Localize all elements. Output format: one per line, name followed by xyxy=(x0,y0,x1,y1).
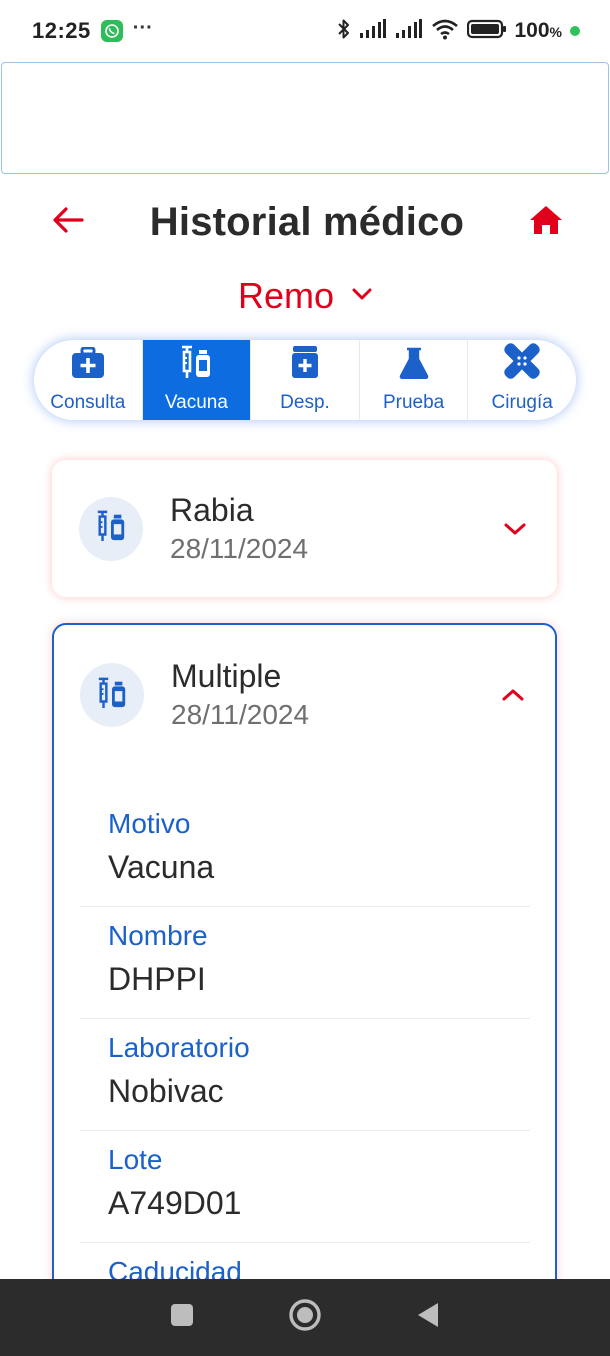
bluetooth-icon xyxy=(337,17,351,46)
system-nav-bar xyxy=(0,1279,610,1356)
arrow-left-icon xyxy=(52,206,84,239)
triangle-back-icon xyxy=(416,1301,440,1334)
back-button[interactable] xyxy=(48,202,88,242)
home-button[interactable] xyxy=(526,202,566,242)
tab-consulta[interactable]: Consulta xyxy=(34,340,143,420)
record-type-tabs: Consulta Vacuna Desp. Prueba Cirugía xyxy=(34,340,576,420)
record-details: Motivo Vacuna Nombre DHPPI Laboratorio N… xyxy=(80,795,530,1355)
record-title: Rabia xyxy=(170,491,254,528)
record-card: Rabia 28/11/2024 xyxy=(52,460,557,597)
back-nav-button[interactable] xyxy=(406,1296,450,1340)
syringe-vial-icon xyxy=(95,510,127,547)
detail-value: Vacuna xyxy=(108,849,215,885)
wifi-icon xyxy=(431,18,459,45)
record-avatar xyxy=(80,663,144,727)
record-card-expanded: Multiple 28/11/2024 Motivo Vacuna Nombre… xyxy=(52,623,557,1355)
detail-row-nombre: Nombre DHPPI xyxy=(80,907,530,1019)
medical-kit-icon xyxy=(71,346,105,384)
detail-value: Nobivac xyxy=(108,1073,224,1109)
status-bar-left: 12:25 ··· xyxy=(32,16,153,44)
detail-label: Lote xyxy=(108,1144,163,1175)
record-text: Rabia 28/11/2024 xyxy=(170,490,501,568)
battery-level: 100% xyxy=(515,19,563,43)
record-card-header[interactable]: Rabia 28/11/2024 xyxy=(52,460,557,597)
record-title: Multiple xyxy=(171,658,282,694)
battery-icon xyxy=(466,19,507,44)
tab-label: Cirugía xyxy=(491,392,553,413)
flask-icon xyxy=(399,347,429,384)
header: Historial médico xyxy=(0,190,610,254)
clock: 12:25 xyxy=(32,18,91,43)
medicine-jar-icon xyxy=(291,345,319,384)
pet-selector[interactable]: Remo xyxy=(0,268,610,324)
home-nav-button[interactable] xyxy=(283,1296,327,1340)
chevron-down-icon[interactable] xyxy=(501,515,529,543)
syringe-vial-icon xyxy=(179,345,213,384)
detail-row-lote: Lote A749D01 xyxy=(80,1131,530,1243)
record-date: 28/11/2024 xyxy=(170,532,309,564)
tab-label: Consulta xyxy=(50,392,126,413)
tab-label: Desp. xyxy=(280,392,330,413)
tab-vacuna[interactable]: Vacuna xyxy=(142,340,252,420)
tab-label: Vacuna xyxy=(164,392,228,413)
detail-label: Nombre xyxy=(108,920,208,951)
record-text: Multiple 28/11/2024 xyxy=(171,656,499,734)
detail-label: Laboratorio xyxy=(108,1032,250,1063)
record-date: 28/11/2024 xyxy=(171,699,310,730)
pet-name: Remo xyxy=(237,275,335,316)
ad-banner[interactable] xyxy=(1,62,609,174)
more-notifications-indicator: ··· xyxy=(132,16,153,39)
battery-unit: % xyxy=(549,24,562,40)
tab-label: Prueba xyxy=(382,392,445,413)
whatsapp-icon xyxy=(100,20,123,42)
circle-icon xyxy=(288,1298,322,1337)
detail-value: DHPPI xyxy=(108,961,206,997)
page-title: Historial médico xyxy=(149,199,465,244)
record-card-header[interactable]: Multiple 28/11/2024 xyxy=(54,625,555,765)
battery-percentage: 100 xyxy=(514,19,550,42)
record-avatar xyxy=(79,496,143,561)
status-bar: 12:25 ··· 100% xyxy=(0,0,610,62)
syringe-vial-icon xyxy=(96,677,128,714)
tab-cirugia[interactable]: Cirugía xyxy=(468,340,576,420)
tab-desp[interactable]: Desp. xyxy=(251,340,360,420)
square-icon xyxy=(170,1303,194,1332)
chevron-down-icon xyxy=(352,287,372,306)
privacy-indicator xyxy=(570,26,580,36)
detail-row-laboratorio: Laboratorio Nobivac xyxy=(80,1019,530,1131)
signal-icon xyxy=(359,18,387,44)
signal-icon xyxy=(395,18,423,44)
recents-button[interactable] xyxy=(160,1296,204,1340)
bandage-icon xyxy=(504,343,540,384)
status-bar-right: 100% xyxy=(337,17,580,46)
detail-label: Motivo xyxy=(108,808,191,839)
detail-value: A749D01 xyxy=(108,1185,242,1221)
chevron-up-icon[interactable] xyxy=(499,681,527,709)
detail-row-motivo: Motivo Vacuna xyxy=(80,795,530,907)
home-icon xyxy=(529,205,563,240)
tab-prueba[interactable]: Prueba xyxy=(360,340,469,420)
